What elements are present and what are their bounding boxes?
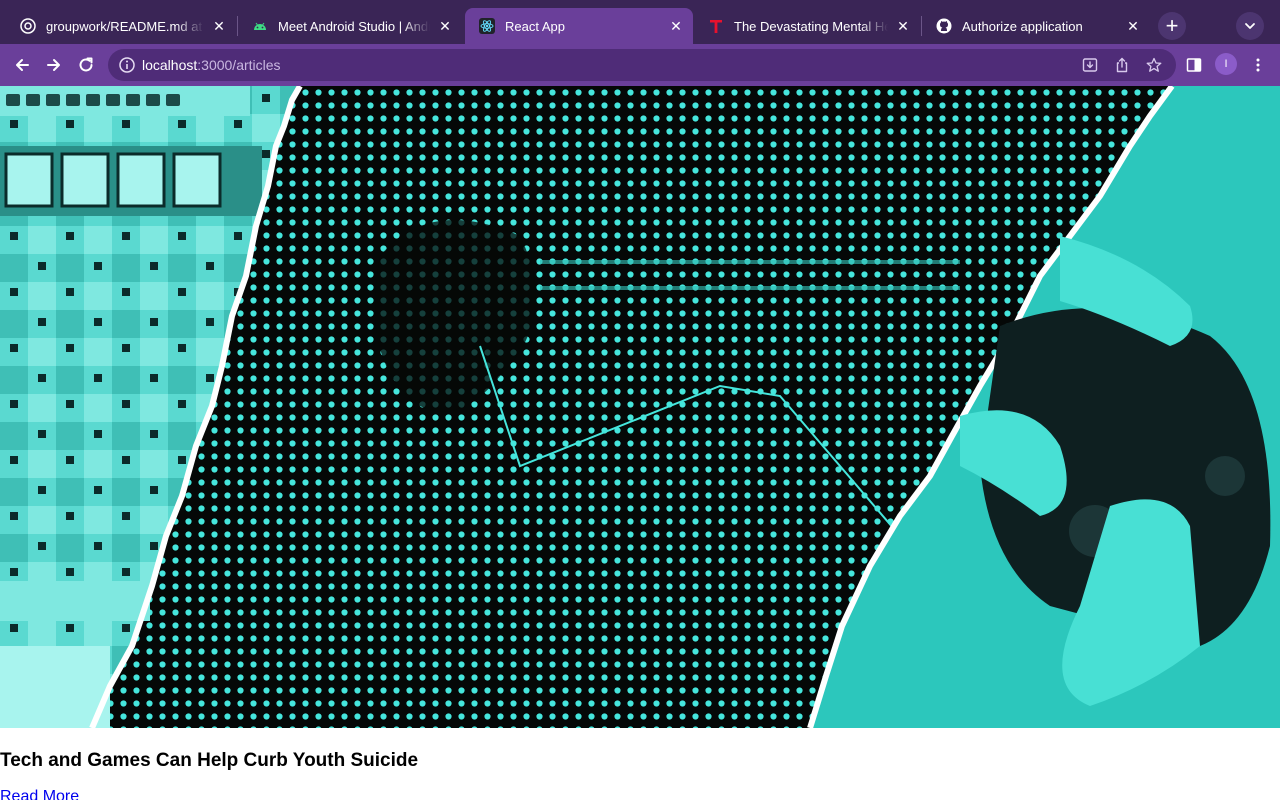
article-title: Tech and Games Can Help Curb Youth Suici… (0, 750, 419, 771)
tab-title: React App (505, 18, 565, 34)
star-icon (1146, 57, 1162, 72)
info-icon[interactable] (118, 56, 136, 74)
tab-android-studio[interactable]: Meet Android Studio | Andr ✕ (238, 8, 462, 44)
close-icon[interactable]: ✕ (667, 17, 685, 35)
browser-toolbar: localhost:3000/articles I (0, 44, 1280, 86)
install-app-button[interactable] (1080, 55, 1100, 75)
forward-button[interactable] (39, 50, 69, 80)
github-icon (936, 18, 952, 34)
tab-github-readme[interactable]: groupwork/README.md at m ✕ (6, 8, 236, 44)
tab-search-button[interactable] (1236, 12, 1264, 40)
address-bar[interactable]: localhost:3000/articles (108, 49, 1176, 81)
page-content: Tech and Games Can Help Curb Youth Suici… (0, 86, 1280, 800)
url-text: localhost:3000/articles (142, 57, 281, 73)
tab-authorize-application[interactable]: Authorize application ✕ (922, 8, 1150, 44)
github-icon (20, 18, 36, 34)
read-more-link[interactable]: Read More (0, 788, 79, 800)
tab-strip: groupwork/README.md at m ✕ Meet Android … (0, 0, 1280, 44)
tab-title: The Devastating Mental Hea (734, 18, 888, 34)
kebab-menu-icon (1256, 58, 1260, 72)
reload-button[interactable] (71, 50, 101, 80)
bookmark-button[interactable] (1144, 55, 1164, 75)
profile-avatar[interactable]: I (1215, 53, 1237, 75)
arrow-left-icon (16, 59, 29, 71)
side-panel-button[interactable] (1182, 53, 1206, 77)
url-host: localhost (142, 57, 198, 73)
plus-icon: + (1165, 13, 1179, 38)
tab-title: Authorize application (962, 18, 1083, 34)
t-logo-icon (708, 18, 724, 34)
share-button[interactable] (1112, 55, 1132, 75)
new-tab-button[interactable]: + (1158, 12, 1186, 40)
android-icon (252, 18, 268, 34)
close-icon[interactable]: ✕ (436, 17, 454, 35)
install-icon (1082, 58, 1098, 72)
chevron-down-icon (1245, 23, 1255, 29)
arrow-right-icon (47, 59, 60, 71)
side-panel-icon (1186, 58, 1202, 72)
reload-icon (79, 57, 93, 72)
close-icon[interactable]: ✕ (894, 17, 912, 35)
article-hero-image (0, 86, 1280, 728)
close-icon[interactable]: ✕ (210, 17, 228, 35)
url-path: :3000/articles (197, 57, 281, 73)
back-button[interactable] (7, 50, 37, 80)
share-icon (1116, 57, 1128, 73)
tab-react-app[interactable]: React App ✕ (465, 8, 693, 44)
react-icon (479, 18, 495, 34)
tab-title: Meet Android Studio | Andr (278, 18, 430, 34)
menu-button[interactable] (1246, 53, 1270, 77)
close-icon[interactable]: ✕ (1124, 17, 1142, 35)
tab-mental-health-article[interactable]: The Devastating Mental Hea ✕ (694, 8, 920, 44)
tab-title: groupwork/README.md at m (46, 18, 204, 34)
